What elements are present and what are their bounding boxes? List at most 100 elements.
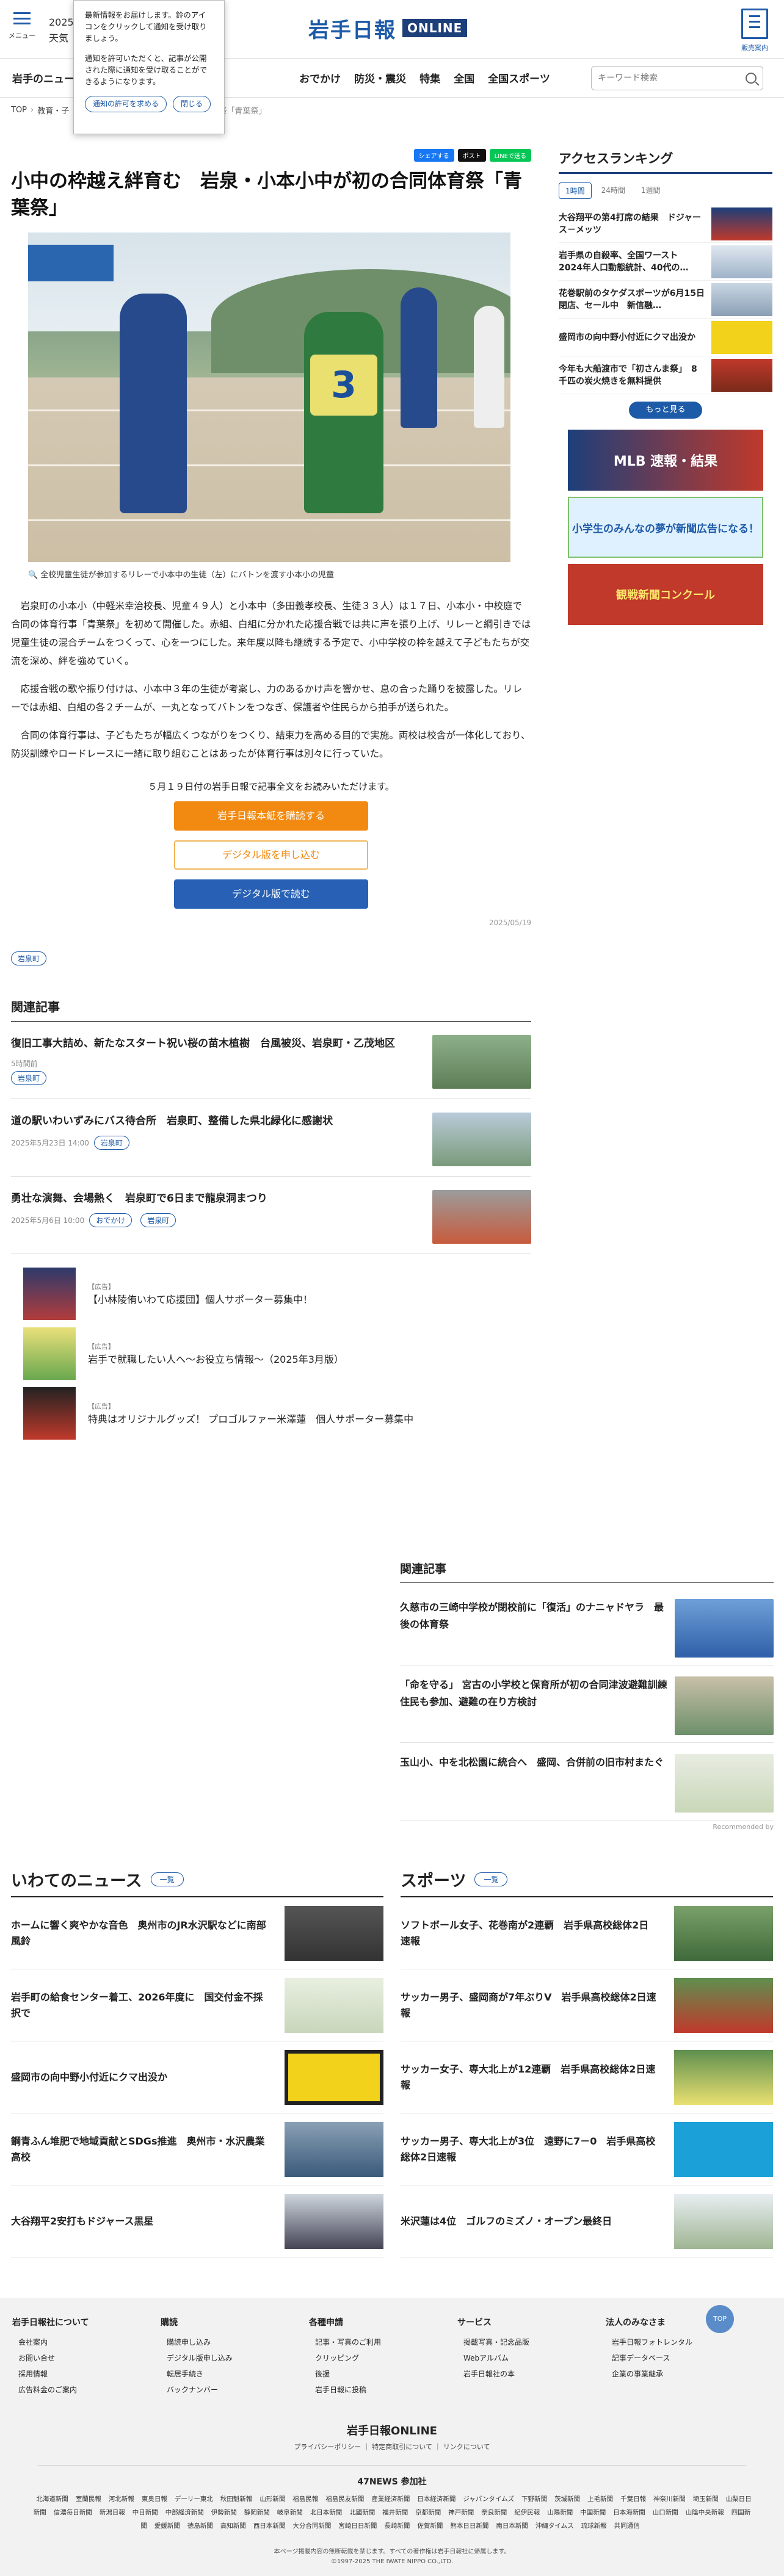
partner-paper-link[interactable]: 信濃毎日新聞 [54,2509,92,2516]
related2-item[interactable]: 久慈市の三崎中学校が閉校前に「復活」のナニャドヤラ 最後の体育祭 [400,1588,774,1665]
partner-paper-link[interactable]: 岐阜新聞 [277,2509,303,2516]
news-title[interactable]: ソフトボール女子、花巻南が2連覇 岩手県高校総体2日速報 [401,1918,657,1949]
nav-item[interactable]: 防災・震災 [354,70,406,85]
ranking-tab[interactable]: 24時間 [595,182,631,199]
ranking-item[interactable]: 大谷翔平の第4打席の結果 ドジャース－メッツ [559,205,772,243]
news-row[interactable]: サッカー女子、専大北上が12連覇 岩手県高校総体2日速報 [401,2041,773,2113]
partner-paper-link[interactable]: 茨城新聞 [554,2495,580,2503]
apply-digital-button[interactable]: デジタル版を申し込む [174,840,368,870]
tag[interactable]: 岩泉町 [93,1136,129,1150]
partner-paper-link[interactable]: 福島民友新聞 [325,2495,364,2503]
news-row[interactable]: 鋼青ふん堆肥で地域貢献とSDGs推進 奥州市・水沢農業高校 [11,2113,383,2185]
news-image[interactable] [674,1905,773,1961]
partner-paper-link[interactable]: 山形新聞 [260,2495,285,2503]
partner-paper-link[interactable]: 北日本新聞 [310,2509,343,2516]
footer-link[interactable]: 広告料金のご案内 [12,2382,137,2398]
related2-title[interactable]: 「命を守る」 宮古の小学校と保育所が初の合同津波避難訓練 住民も参加、避難の在り… [400,1676,677,1735]
footer-link[interactable]: 購読申し込み [161,2334,286,2350]
ranking-item[interactable]: 花巻駅前のタケダスポーツが6月15日閉店、セール中 新信融… [559,281,772,319]
ad-item[interactable]: 【広告】 【小林陵侑いわて応援団】個人サポーター募集中！ [23,1268,531,1320]
partner-paper-link[interactable]: 愛媛新聞 [154,2522,180,2530]
news-image[interactable] [674,1977,773,2033]
ranking-item[interactable]: 盛岡市の向中野小付近にクマ出没か [559,319,772,356]
read-digital-button[interactable]: デジタル版で読む [174,879,368,909]
partner-paper-link[interactable]: 徳島新聞 [187,2522,213,2530]
news-title[interactable]: サッカー男子、専大北上が3位 遠野に7－0 岩手県高校総体2日速報 [401,2134,657,2165]
related2-item[interactable]: 玉山小、中を北松園に統合へ 盛岡、合併前の旧市村またぐ [400,1743,774,1820]
news-image[interactable] [285,1905,383,1961]
partner-paper-link[interactable]: 下野新聞 [521,2495,547,2503]
ranking-tab[interactable]: 1週間 [635,182,667,199]
breadcrumb-item[interactable]: 教育・子 [37,104,69,116]
ranking-tab[interactable]: 1時間 [559,182,592,199]
partner-paper-link[interactable]: 神戸新聞 [448,2509,474,2516]
news-image[interactable] [674,2049,773,2105]
ranking-more-button[interactable]: もっと見る [629,402,702,419]
partner-paper-link[interactable]: 福島民報 [292,2495,318,2503]
related-title[interactable]: 勇壮な演舞、会場熱く 岩泉町で6日まで龍泉洞まつり [11,1190,414,1207]
news-title[interactable]: 岩手町の給食センター着工、2026年度に 国交付金不採択で [11,1990,267,2021]
search-input[interactable] [598,73,746,83]
footer-link[interactable]: 企業の事業継承 [606,2366,731,2382]
related-item[interactable]: 道の駅いわいずみにバス待合所 岩泉町、整備した県北緑化に感謝状 2025年5月2… [11,1099,531,1177]
subscribe-paper-button[interactable]: 岩手日報本紙を購読する [174,801,368,831]
partner-paper-link[interactable]: 千葉日報 [620,2495,646,2503]
news-title[interactable]: ホームに響く爽やかな音色 奥州市のJR水沢駅などに南部風鈴 [11,1918,267,1949]
partner-paper-link[interactable]: 静岡新聞 [244,2509,270,2516]
footer-link[interactable]: 会社案内 [12,2334,137,2350]
search-icon[interactable] [746,72,757,84]
partner-paper-link[interactable]: 山口新聞 [653,2509,678,2516]
subscription-guide-button[interactable]: 販売案内 [738,9,772,52]
mlb-banner[interactable]: MLB 速報・結果 [568,430,763,491]
partner-paper-link[interactable]: 高知新聞 [220,2522,246,2530]
ad-thumbnail[interactable] [23,1327,76,1380]
news-row[interactable]: サッカー男子、専大北上が3位 遠野に7－0 岩手県高校総体2日速報 [401,2113,773,2185]
related-item[interactable]: 勇壮な演舞、会場熱く 岩泉町で6日まで龍泉洞まつり 2025年5月6日 10:0… [11,1177,531,1254]
ad-item[interactable]: 【広告】 岩手で就職したい人へ〜お役立ち情報〜（2025年3月版） [23,1327,531,1380]
news-row[interactable]: サッカー男子、盛岡商が7年ぶりV 岩手県高校総体2日速報 [401,1969,773,2041]
partner-paper-link[interactable]: 奈良新聞 [481,2509,507,2516]
partner-paper-link[interactable]: 南日本新聞 [496,2522,528,2530]
news-title[interactable]: 大谷翔平2安打もドジャース黒星 [11,2213,267,2229]
ad-thumbnail[interactable] [23,1387,76,1440]
news-row[interactable]: 盛岡市の向中野小付近にクマ出没か [11,2041,383,2113]
partner-paper-link[interactable]: 長崎新聞 [384,2522,410,2530]
ranking-title[interactable]: 盛岡市の向中野小付近にクマ出没か [559,331,705,344]
footer-link[interactable]: 採用情報 [12,2366,137,2382]
ranking-image[interactable] [711,283,772,316]
ranking-title[interactable]: 岩手県の自殺率、全国ワースト 2024年人口動態統計、40代の… [559,250,705,274]
news-title[interactable]: サッカー男子、盛岡商が7年ぶりV 岩手県高校総体2日速報 [401,1990,657,2021]
partner-paper-link[interactable]: 産業経済新聞 [371,2495,410,2503]
partner-paper-link[interactable]: 京都新聞 [415,2509,441,2516]
footer-link[interactable]: 転居手続き [161,2366,286,2382]
related2-title[interactable]: 玉山小、中を北松園に統合へ 盛岡、合併前の旧市村またぐ [400,1754,669,1813]
news-title[interactable]: サッカー女子、専大北上が12連覇 岩手県高校総体2日速報 [401,2062,657,2093]
partner-paper-link[interactable]: 紀伊民報 [514,2509,540,2516]
related-title[interactable]: 復旧工事大詰め、新たなスタート祝い桜の苗木植樹 台風被災、岩泉町・乙茂地区 [11,1035,414,1052]
news-row[interactable]: ホームに響く爽やかな音色 奥州市のJR水沢駅などに南部風鈴 [11,1897,383,1969]
news-title[interactable]: 鋼青ふん堆肥で地域貢献とSDGs推進 奥州市・水沢農業高校 [11,2134,267,2165]
partner-paper-link[interactable]: 中国新聞 [580,2509,606,2516]
partner-paper-link[interactable]: 東奥日報 [142,2495,167,2503]
iwate-news-list-button[interactable]: 一覧 [150,1872,184,1886]
ranking-image[interactable] [711,320,772,354]
back-to-top-button[interactable]: TOP [706,2305,734,2333]
related2-title[interactable]: 久慈市の三崎中学校が閉校前に「復活」のナニャドヤラ 最後の体育祭 [400,1599,669,1658]
x-post-button[interactable]: ポスト [457,149,486,162]
partner-paper-link[interactable]: デーリー東北 [175,2495,213,2503]
nav-item[interactable]: 全国スポーツ [488,70,550,85]
news-row[interactable]: ソフトボール女子、花巻南が2連覇 岩手県高校総体2日速報 [401,1897,773,1969]
partner-paper-link[interactable]: 北海道新聞 [36,2495,68,2503]
news-title[interactable]: 盛岡市の向中野小付近にクマ出没か [11,2069,267,2085]
bear-warning-image[interactable] [285,2049,383,2105]
footer-link[interactable]: 岩手日報に投稿 [309,2382,434,2398]
nav-item[interactable]: 全国 [454,70,474,85]
news-row[interactable]: 岩手町の給食センター着工、2026年度に 国交付金不採択で [11,1969,383,2041]
search-box[interactable] [591,65,763,90]
footer-link[interactable]: デジタル版申し込み [161,2350,286,2366]
partner-paper-link[interactable]: 共同通信 [614,2522,640,2530]
partner-paper-link[interactable]: 北國新聞 [349,2509,375,2516]
partner-paper-link[interactable]: 秋田魁新報 [220,2495,253,2503]
ranking-item[interactable]: 今年も大船渡市で「初さんま祭」 8千匹の炭火焼きを無料提供 [559,356,772,394]
partner-paper-link[interactable]: 埼玉新聞 [693,2495,719,2503]
